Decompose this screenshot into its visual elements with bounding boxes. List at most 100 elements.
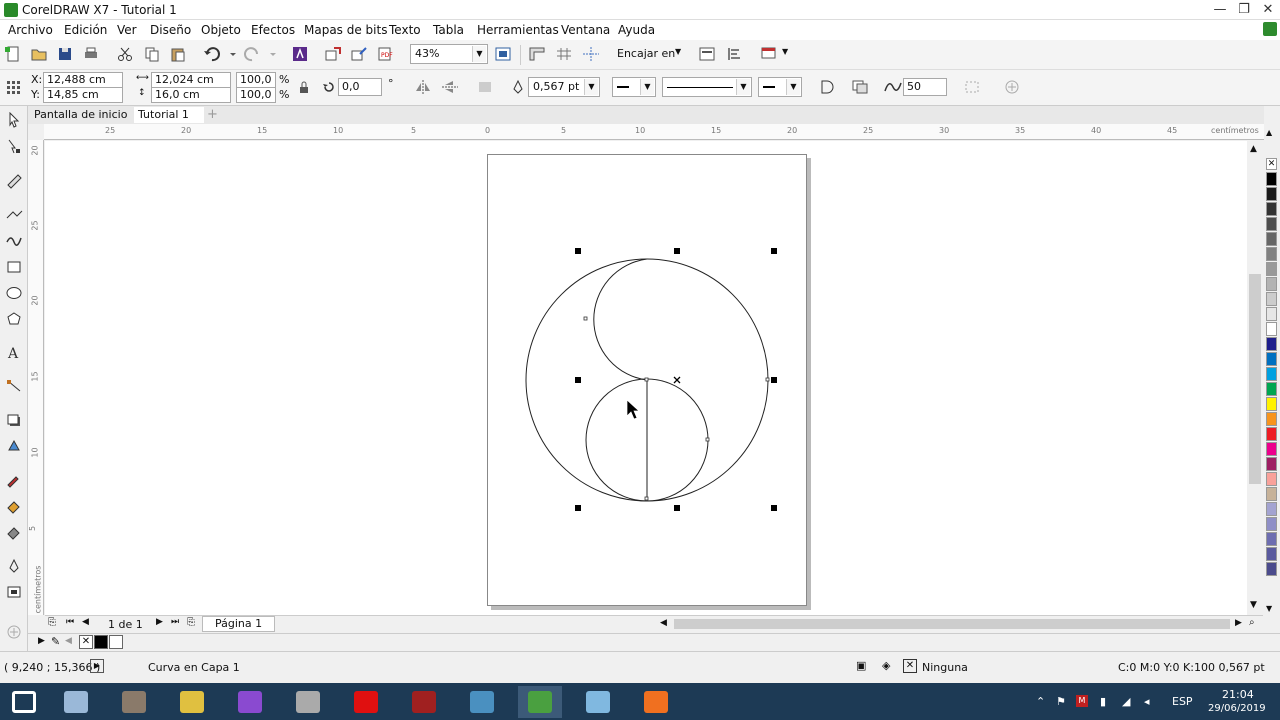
y-position-field[interactable]: 14,85 cm [43, 87, 123, 103]
vertical-scroll-thumb[interactable] [1249, 274, 1261, 484]
color-swatch[interactable] [1266, 487, 1277, 501]
new-document-icon[interactable] [4, 46, 22, 62]
shape-tool-icon[interactable] [5, 139, 23, 155]
undo-icon[interactable] [203, 46, 221, 62]
end-arrow-select[interactable]: ▼ [758, 77, 802, 97]
color-swatch[interactable] [1266, 367, 1277, 381]
first-page-icon[interactable]: ⏮ [66, 617, 74, 627]
last-page-icon[interactable]: ⏭ [171, 617, 179, 627]
pick-tool-icon[interactable] [5, 111, 23, 128]
crop-tool-icon[interactable] [5, 173, 23, 189]
color-swatch[interactable] [1266, 397, 1277, 411]
menu-archivo[interactable]: Archivo [8, 23, 53, 37]
play-icon[interactable]: ▶ [90, 659, 104, 673]
selection-handle[interactable] [575, 377, 581, 383]
add-page-icon[interactable]: ⎘ [187, 617, 195, 628]
zoom-one-shot-icon[interactable]: ⌕ [1249, 617, 1255, 628]
palette-expand-icon[interactable]: ▶ [38, 636, 45, 646]
snap-to-label[interactable]: Encajar en [617, 47, 675, 60]
rectangle-tool-icon[interactable] [5, 259, 23, 275]
tray-people-icon[interactable]: ⌃ [1036, 695, 1045, 708]
curve-node[interactable] [644, 496, 649, 501]
windows-start-icon[interactable] [2, 686, 46, 718]
palette-menu-icon[interactable]: ◀ [65, 636, 72, 646]
color-swatch[interactable] [1266, 457, 1277, 471]
black-swatch[interactable] [94, 635, 108, 649]
previous-page-icon[interactable]: ◀ [82, 617, 89, 627]
show-grid-icon[interactable] [555, 46, 573, 62]
selection-handle[interactable] [575, 248, 581, 254]
color-swatch[interactable] [1266, 532, 1277, 546]
outline-width-select[interactable]: 0,567 pt ▼ [528, 77, 600, 97]
tray-volume-icon[interactable]: ◂ [1144, 695, 1150, 708]
scroll-up-icon[interactable]: ▲ [1250, 144, 1257, 154]
color-swatch[interactable] [1266, 562, 1277, 576]
freehand-tool-icon[interactable] [5, 232, 23, 248]
tab-pagina-1[interactable]: Página 1 [202, 616, 276, 632]
upper-arc[interactable] [593, 258, 648, 381]
paste-icon[interactable] [169, 46, 187, 62]
smart-fill-icon[interactable] [5, 524, 23, 540]
add-icon[interactable] [1003, 79, 1021, 95]
add-tool-icon[interactable] [5, 624, 23, 640]
object-origin-icon[interactable] [5, 79, 23, 95]
eyedropper-icon[interactable]: ✎ [51, 635, 60, 648]
palette-scroll-up-icon[interactable]: ▲ [1266, 128, 1272, 137]
add-tab-icon[interactable]: + [207, 107, 218, 122]
scale-height-field[interactable]: 100,0 [236, 87, 276, 103]
white-swatch[interactable] [109, 635, 123, 649]
tab-pantalla-de-inicio[interactable]: Pantalla de inicio [30, 107, 132, 123]
opera-icon[interactable] [344, 686, 388, 718]
scroll-left-icon[interactable]: ◀ [660, 618, 667, 628]
selection-handle[interactable] [674, 505, 680, 511]
tray-wifi-icon[interactable]: ◢ [1122, 695, 1130, 708]
full-screen-icon[interactable] [494, 46, 512, 62]
print-icon[interactable] [82, 46, 100, 62]
window-app-icon[interactable] [576, 686, 620, 718]
color-swatch[interactable] [1266, 502, 1277, 516]
copy-icon[interactable] [143, 46, 161, 62]
m-app-icon[interactable] [286, 686, 330, 718]
color-swatch[interactable] [1266, 352, 1277, 366]
close-button[interactable]: ✕ [1256, 0, 1280, 20]
color-swatch[interactable] [1266, 517, 1277, 531]
minimize-button[interactable]: — [1208, 0, 1232, 20]
tray-flag-icon[interactable]: ⚑ [1056, 695, 1066, 708]
coreldraw-icon[interactable] [518, 686, 562, 718]
node-select-icon[interactable] [963, 79, 981, 95]
color-swatch[interactable] [1266, 337, 1277, 351]
paint-app-icon[interactable] [170, 686, 214, 718]
show-guidelines-icon[interactable] [582, 46, 600, 62]
scroll-right-icon[interactable]: ▶ [1235, 618, 1242, 628]
no-fill-swatch[interactable]: ✕ [79, 635, 93, 649]
menu-objeto[interactable]: Objeto [201, 23, 241, 37]
color-proofing-icon[interactable]: ▣ [856, 659, 866, 672]
selection-handle[interactable] [674, 248, 680, 254]
open-folder-icon[interactable] [30, 46, 48, 62]
file-explorer-icon[interactable] [54, 686, 98, 718]
color-swatch[interactable] [1266, 427, 1277, 441]
cut-icon[interactable] [116, 46, 134, 62]
color-swatch[interactable] [1266, 277, 1277, 291]
text-tool-icon[interactable]: A [5, 345, 23, 362]
color-swatch[interactable] [1266, 187, 1277, 201]
drop-shadow-tool-icon[interactable] [5, 412, 23, 428]
width-field[interactable]: 12,024 cm [151, 72, 231, 88]
lock-ratio-icon[interactable] [295, 80, 313, 96]
menu-efectos[interactable]: Efectos [251, 23, 295, 37]
start-arrow-select[interactable]: ▼ [612, 77, 656, 97]
color-swatch[interactable] [1266, 307, 1277, 321]
color-swatch[interactable] [1266, 232, 1277, 246]
rotation-angle-field[interactable]: 0,0 [338, 78, 382, 96]
color-swatch[interactable] [1266, 322, 1277, 336]
transparency-tool-icon[interactable] [5, 438, 23, 454]
menu-tabla[interactable]: Tabla [433, 23, 464, 37]
menu-texto[interactable]: Texto [389, 23, 421, 37]
no-color-swatch[interactable]: ✕ [1266, 158, 1277, 170]
yin-yang-drawing[interactable] [45, 141, 1247, 615]
x-position-field[interactable]: 12,488 cm [43, 72, 123, 88]
color-swatch[interactable] [1266, 202, 1277, 216]
color-swatch[interactable] [1266, 217, 1277, 231]
menu-ver[interactable]: Ver [117, 23, 137, 37]
polygon-tool-icon[interactable] [5, 311, 23, 327]
